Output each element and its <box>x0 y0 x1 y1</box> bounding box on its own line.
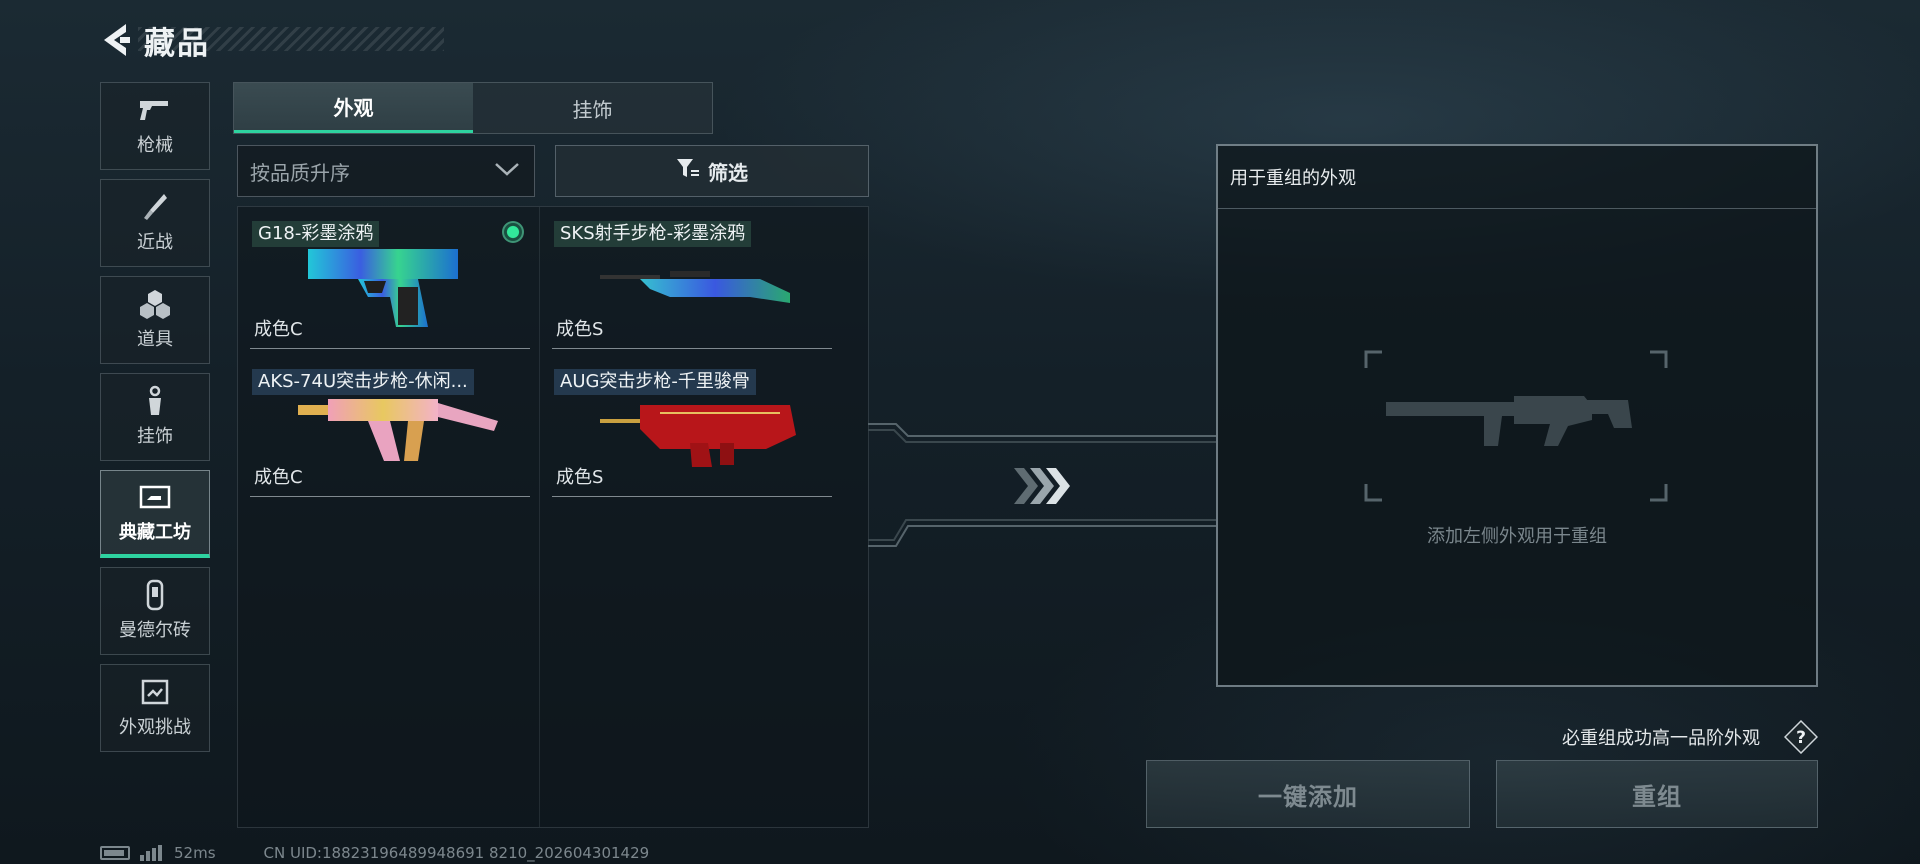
skin-name: AKS-74U突击步枪-休闲... <box>252 369 474 395</box>
nav-item-label: 外观挑战 <box>119 717 191 738</box>
panel-divider <box>1218 208 1816 209</box>
brick-icon <box>137 579 173 611</box>
skin-card-aks74u[interactable]: AKS-74U突击步枪-休闲... 成色C <box>238 355 534 497</box>
rifle-placeholder-icon <box>1322 350 1707 502</box>
chevron-down-icon <box>494 161 520 181</box>
rifle-skin-image <box>600 235 810 331</box>
add-all-button[interactable]: 一键添加 <box>1146 760 1470 828</box>
challenge-icon <box>137 677 173 707</box>
keychain-icon <box>137 385 173 416</box>
category-nav: 枪械 近战 道具 挂饰 典藏工坊 曼德尔砖 外观挑战 <box>100 82 210 761</box>
skin-card-g18[interactable]: G18-彩墨涂鸦 成色C <box>238 207 534 349</box>
smg-skin-image <box>298 383 508 479</box>
back-button[interactable] <box>98 20 134 60</box>
skin-card-aug[interactable]: AUG突击步枪-千里骏骨 成色S <box>540 355 836 497</box>
guarantee-text: 必重组成功高一品阶外观 <box>1562 728 1760 749</box>
battery-icon <box>100 846 130 860</box>
recombine-panel: 用于重组的外观 添加左侧外观用于重组 <box>1216 144 1818 687</box>
filter-icon <box>676 158 700 184</box>
status-bar: 52ms CN UID:18823196489948691 8210_20260… <box>100 844 649 862</box>
nav-item-melee[interactable]: 近战 <box>100 179 210 267</box>
cubes-icon <box>137 289 173 319</box>
recombine-label: 重组 <box>1632 782 1682 811</box>
skin-grid: G18-彩墨涂鸦 成色C SKS射手步枪-彩墨涂鸦 成色S AKS-74U突击步… <box>237 206 869 828</box>
card-underline <box>552 348 832 349</box>
nav-item-workshop[interactable]: 典藏工坊 <box>100 470 210 558</box>
user-uid: CN UID:18823196489948691 8210_2026043014… <box>263 844 650 862</box>
nav-item-label: 道具 <box>137 329 173 350</box>
back-arrow-icon <box>104 24 130 56</box>
nav-item-guns[interactable]: 枪械 <box>100 82 210 170</box>
nav-item-mandel-brick[interactable]: 曼德尔砖 <box>100 567 210 655</box>
pistol-skin-image <box>298 235 508 331</box>
nav-item-label: 近战 <box>137 232 173 253</box>
nav-item-label: 典藏工坊 <box>119 521 191 543</box>
nav-item-label: 曼德尔砖 <box>119 620 191 641</box>
add-all-label: 一键添加 <box>1258 782 1358 811</box>
skin-grade: 成色C <box>254 319 303 340</box>
signal-icon <box>140 845 164 861</box>
panel-title: 用于重组的外观 <box>1230 168 1356 189</box>
filter-button[interactable]: 筛选 <box>555 145 869 197</box>
sort-dropdown[interactable]: 按品质升序 <box>237 145 535 197</box>
skin-name: G18-彩墨涂鸦 <box>252 221 380 247</box>
skin-grade: 成色S <box>556 319 604 340</box>
skin-name: SKS射手步枪-彩墨涂鸦 <box>554 221 752 247</box>
skin-grade: 成色C <box>254 467 303 488</box>
workshop-icon <box>137 482 173 512</box>
pistol-icon <box>137 95 173 125</box>
tab-charms[interactable]: 挂饰 <box>473 83 712 133</box>
sort-label: 按品质升序 <box>250 160 350 185</box>
selected-indicator <box>502 221 524 243</box>
tab-bar: 外观 挂饰 <box>233 82 713 134</box>
rifle-skin-image <box>600 383 810 479</box>
ping-value: 52ms <box>174 844 216 862</box>
nav-item-label: 枪械 <box>137 135 173 156</box>
nav-item-label: 挂饰 <box>137 426 173 447</box>
nav-item-charms[interactable]: 挂饰 <box>100 373 210 461</box>
filter-label: 筛选 <box>708 160 748 185</box>
card-underline <box>250 496 530 497</box>
skin-card-sks[interactable]: SKS射手步枪-彩墨涂鸦 成色S <box>540 207 836 349</box>
chevron-right-icon <box>1012 466 1070 510</box>
page-title: 藏品 <box>144 25 210 62</box>
help-button[interactable]: ? <box>1783 719 1819 755</box>
recombine-button[interactable]: 重组 <box>1496 760 1818 828</box>
empty-slot[interactable] <box>1322 350 1707 502</box>
nav-item-props[interactable]: 道具 <box>100 276 210 364</box>
nav-item-skin-challenge[interactable]: 外观挑战 <box>100 664 210 752</box>
card-underline <box>250 348 530 349</box>
knife-icon <box>137 192 173 222</box>
card-underline <box>552 496 832 497</box>
svg-text:?: ? <box>1796 728 1806 748</box>
skin-name: AUG突击步枪-千里骏骨 <box>554 369 756 395</box>
skin-grade: 成色S <box>556 467 604 488</box>
page-header: 藏品 <box>98 18 210 62</box>
tab-skins[interactable]: 外观 <box>234 83 473 133</box>
help-icon: ? <box>1783 719 1819 755</box>
panel-hint: 添加左侧外观用于重组 <box>1427 526 1607 547</box>
